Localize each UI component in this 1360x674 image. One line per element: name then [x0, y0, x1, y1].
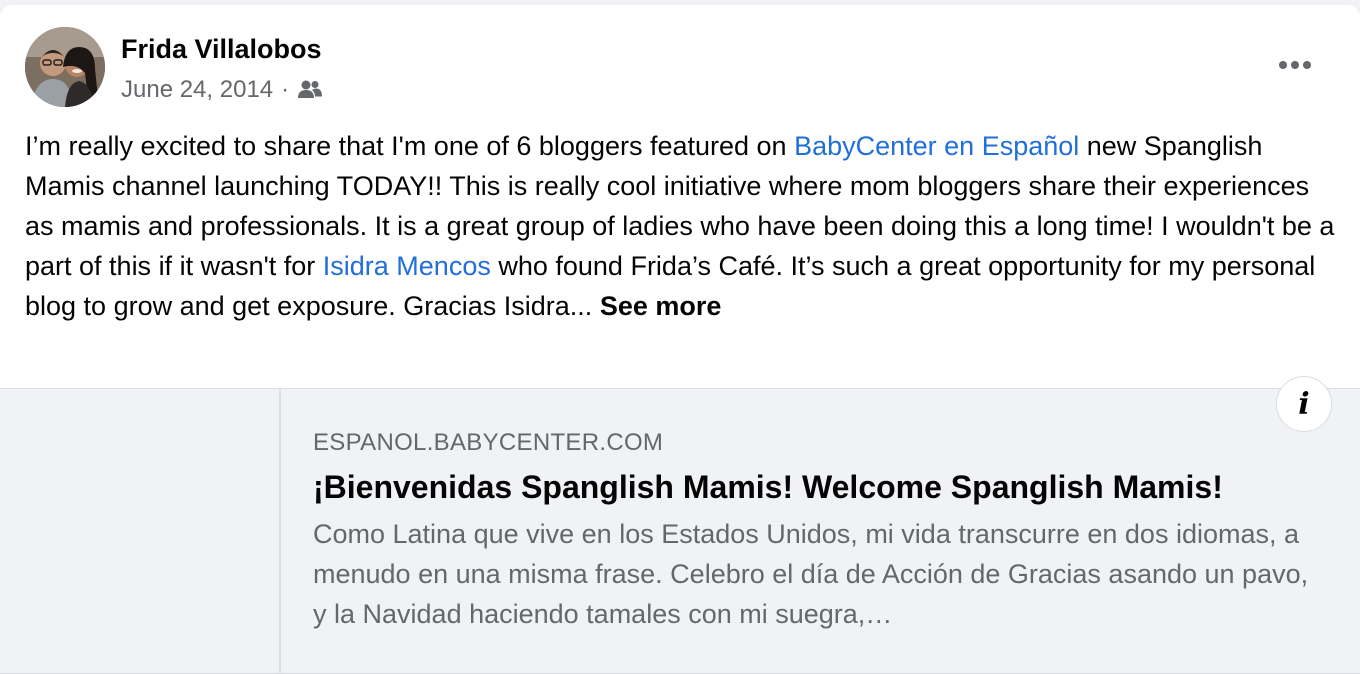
post-meta: June 24, 2014 · — [121, 74, 323, 106]
author-name[interactable]: Frida Villalobos — [121, 34, 322, 65]
more-options-button[interactable] — [1273, 47, 1317, 83]
link-thumbnail — [0, 389, 281, 673]
friends-icon[interactable] — [297, 79, 323, 101]
post-text: I’m really excited to share that I'm one… — [25, 126, 1335, 326]
mention-babycenter[interactable]: BabyCenter en Español — [794, 131, 1079, 161]
link-description: Como Latina que vive en los Estados Unid… — [313, 519, 1309, 629]
post-date[interactable]: June 24, 2014 — [121, 76, 273, 104]
post-header: Frida Villalobos June 24, 2014 · — [25, 27, 1335, 107]
link-preview-body: ESPANOL.BABYCENTER.COM ¡Bienvenidas Span… — [313, 429, 1323, 634]
avatar-photo — [25, 27, 105, 107]
avatar[interactable] — [25, 27, 105, 107]
link-domain: ESPANOL.BABYCENTER.COM — [313, 429, 664, 456]
link-title[interactable]: ¡Bienvenidas Spanglish Mamis! Welcome Sp… — [313, 469, 1323, 506]
info-icon[interactable]: i — [1276, 376, 1332, 432]
meta-separator: · — [281, 76, 290, 103]
link-preview[interactable]: ESPANOL.BABYCENTER.COM ¡Bienvenidas Span… — [0, 388, 1360, 674]
post-text-segment: I’m really excited to share that I'm one… — [25, 131, 795, 161]
post-card: Frida Villalobos June 24, 2014 · I’m rea… — [0, 5, 1360, 674]
see-more-link[interactable]: See more — [600, 291, 722, 321]
more-options-icon — [1279, 61, 1311, 69]
mention-isidra-mencos[interactable]: Isidra Mencos — [323, 251, 491, 281]
